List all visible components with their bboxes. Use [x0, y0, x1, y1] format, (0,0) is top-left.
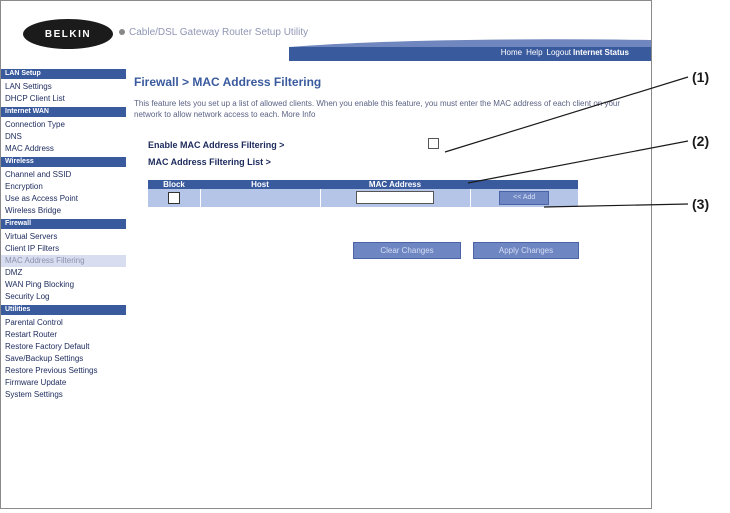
callout-line-3: [543, 203, 689, 208]
callout-line-2: [467, 140, 689, 184]
callout-lines: [444, 76, 689, 208]
callout-label-3: (3): [692, 196, 710, 212]
callout-label-2: (2): [692, 133, 710, 149]
callout-line-1: [444, 76, 689, 153]
callout-label-1: (1): [692, 69, 710, 85]
